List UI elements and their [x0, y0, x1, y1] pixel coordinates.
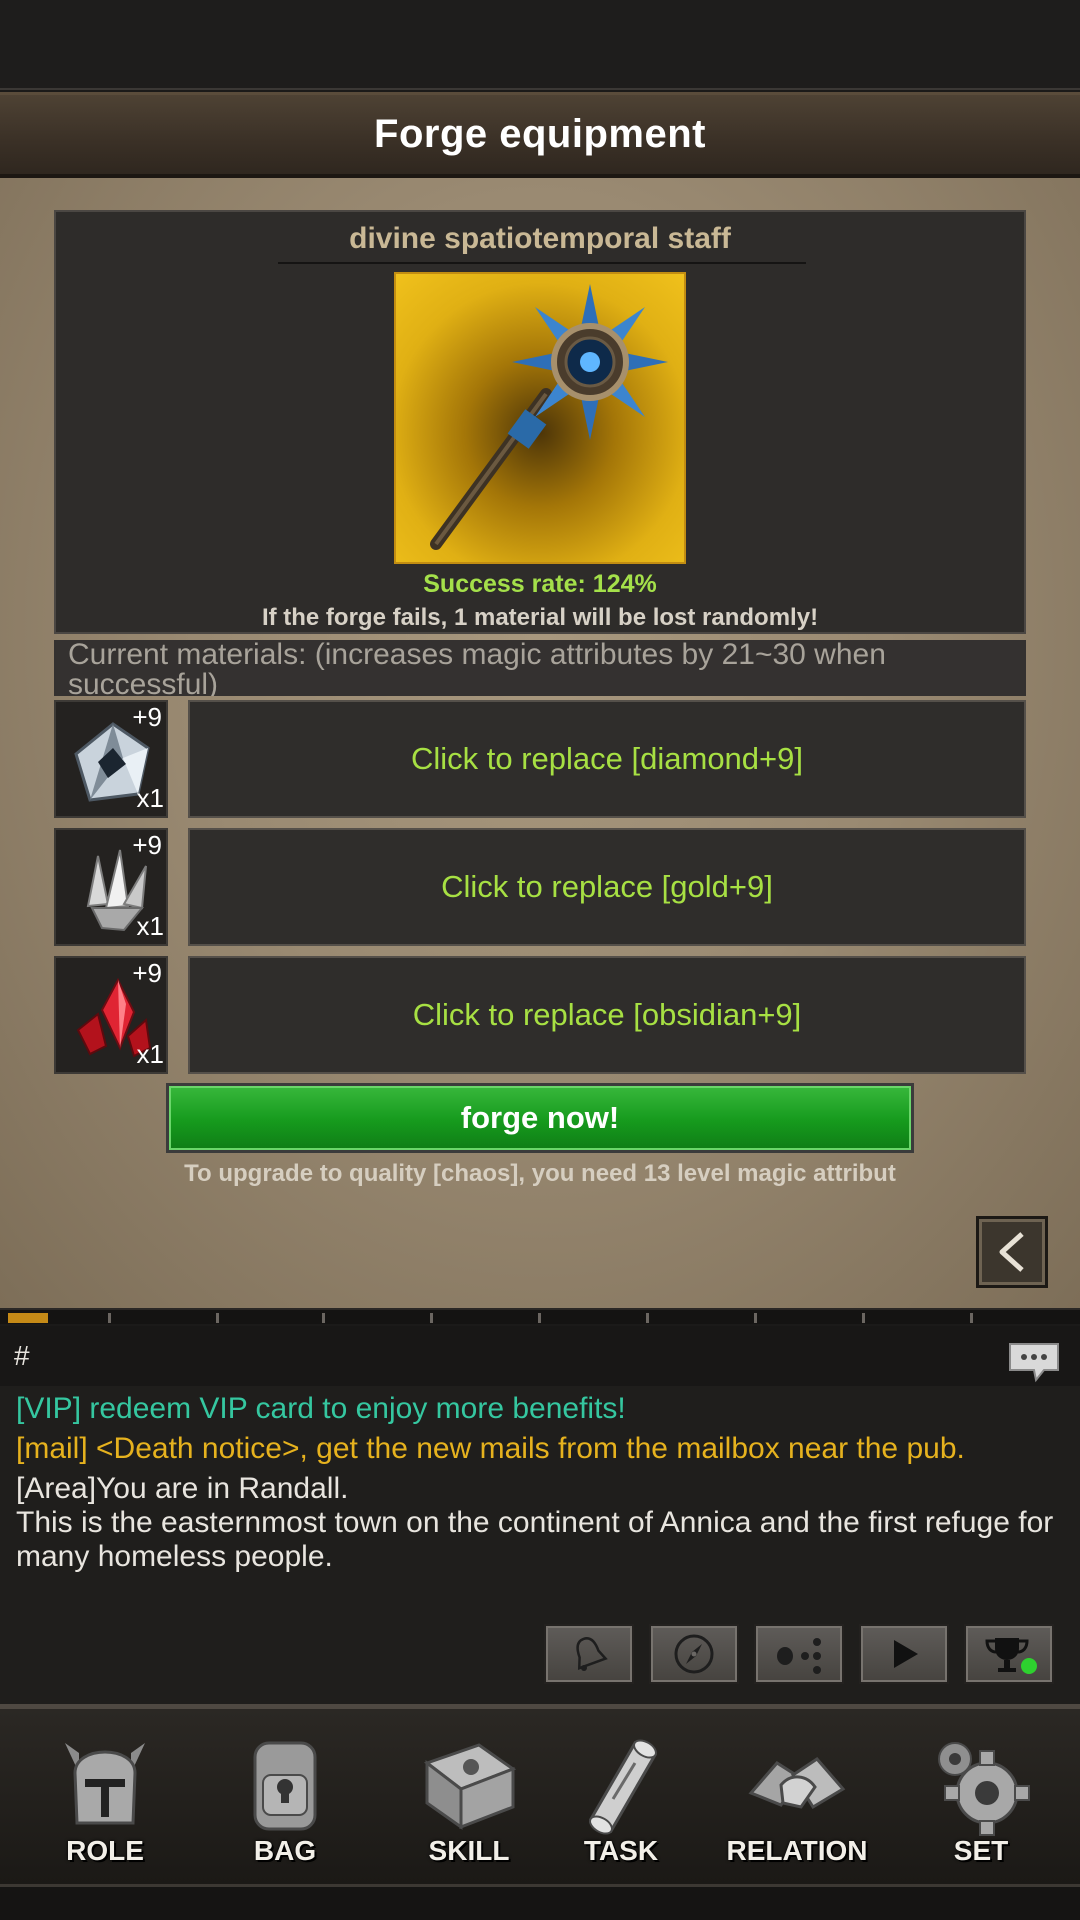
- progress-tick: [754, 1313, 757, 1323]
- trophy-icon: [985, 1638, 1037, 1674]
- success-rate: Success rate: 124%: [423, 570, 657, 598]
- bottom-edge: [0, 1884, 1080, 1920]
- current-materials-label: Current materials: (increases magic attr…: [54, 640, 1026, 696]
- chat-bubble-icon[interactable]: [1006, 1340, 1062, 1384]
- status-bar: [0, 0, 1080, 90]
- material-level: +9: [132, 702, 162, 732]
- item-name: divine spatiotemporal staff: [349, 222, 731, 255]
- progress-tick: [862, 1313, 865, 1323]
- material-quantity: x1: [136, 783, 164, 813]
- helmet-icon: [65, 1743, 145, 1825]
- status-dot: [1021, 1658, 1037, 1674]
- progress-tick: [322, 1313, 325, 1323]
- material-slot[interactable]: +9 x1: [54, 700, 168, 818]
- nav-label: SKILL: [428, 1835, 510, 1866]
- replace-material-button[interactable]: Click to replace [gold+9]: [188, 828, 1026, 946]
- material-slot[interactable]: +9 x1: [54, 828, 168, 946]
- notification-button[interactable]: [544, 1624, 634, 1684]
- material-quantity: x1: [136, 911, 164, 941]
- gear-icon: [938, 1742, 1030, 1836]
- staff-image: [394, 272, 686, 564]
- divider: [278, 262, 806, 264]
- material-row: +9 x1 Click to replace [obsidian+9]: [54, 956, 1026, 1074]
- bottom-nav: ROLE BAG SKILL TASK RELATION SET: [0, 1704, 1080, 1884]
- achievement-button[interactable]: [964, 1624, 1054, 1684]
- backpack-icon: [253, 1741, 317, 1831]
- forge-now-button[interactable]: forge now!: [166, 1083, 914, 1153]
- more-button[interactable]: [754, 1624, 844, 1684]
- material-level: +9: [132, 830, 162, 860]
- chat-header: #: [0, 1326, 1080, 1386]
- bell-icon: [576, 1637, 608, 1671]
- material-row: +9 x1 Click to replace [diamond+9]: [54, 700, 1026, 818]
- chevron-left-icon: [999, 1232, 1024, 1272]
- chat-message[interactable]: [mail] <Death notice>, get the new mails…: [16, 1432, 1064, 1466]
- material-row: +9 x1 Click to replace [gold+9]: [54, 828, 1026, 946]
- compass-icon: [674, 1634, 714, 1674]
- handshake-icon: [748, 1757, 846, 1810]
- nav-set[interactable]: SET: [896, 1721, 1066, 1881]
- nav-bag[interactable]: BAG: [200, 1721, 370, 1881]
- chat-channel[interactable]: #: [14, 1340, 30, 1372]
- back-button[interactable]: [976, 1216, 1048, 1288]
- nav-skill[interactable]: SKILL: [384, 1721, 554, 1881]
- material-quantity: x1: [136, 1039, 164, 1069]
- material-slot[interactable]: +9 x1: [54, 956, 168, 1074]
- progress-tick: [646, 1313, 649, 1323]
- nav-label: BAG: [253, 1835, 317, 1866]
- nav-label: RELATION: [726, 1835, 868, 1866]
- nav-label: TASK: [583, 1835, 659, 1866]
- item-box: divine spatiotemporal staff Success rate…: [54, 210, 1026, 634]
- dots-icon: [777, 1638, 821, 1674]
- nav-label: ROLE: [66, 1835, 144, 1866]
- progress-tick: [216, 1313, 219, 1323]
- progress-tick: [970, 1313, 973, 1323]
- chat-message: [Area]You are in Randall. This is the ea…: [16, 1472, 1054, 1573]
- progress-tick: [538, 1313, 541, 1323]
- replace-material-button[interactable]: Click to replace [diamond+9]: [188, 700, 1026, 818]
- play-button[interactable]: [859, 1624, 949, 1684]
- progress-bar: [0, 1308, 1080, 1324]
- title-bar: Forge equipment: [0, 92, 1080, 178]
- progress-tick: [108, 1313, 111, 1323]
- replace-material-button[interactable]: Click to replace [obsidian+9]: [188, 956, 1026, 1074]
- nav-label: SET: [953, 1835, 1009, 1866]
- progress-fill: [8, 1313, 48, 1323]
- page-title: Forge equipment: [374, 112, 706, 156]
- nav-role[interactable]: ROLE: [20, 1721, 190, 1881]
- staff-icon: [430, 284, 668, 550]
- fail-note: If the forge fails, 1 material will be l…: [261, 604, 819, 631]
- nav-relation[interactable]: RELATION: [712, 1721, 882, 1881]
- map-button[interactable]: [649, 1624, 739, 1684]
- upgrade-note: To upgrade to quality [chaos], you need …: [184, 1160, 896, 1187]
- play-icon: [894, 1640, 918, 1668]
- nav-task[interactable]: TASK: [536, 1721, 706, 1881]
- scroll-icon: [588, 1739, 658, 1835]
- progress-tick: [430, 1313, 433, 1323]
- material-level: +9: [132, 958, 162, 988]
- skill-book-icon: [423, 1743, 517, 1830]
- chat-message[interactable]: [VIP] redeem VIP card to enjoy more bene…: [16, 1392, 1064, 1426]
